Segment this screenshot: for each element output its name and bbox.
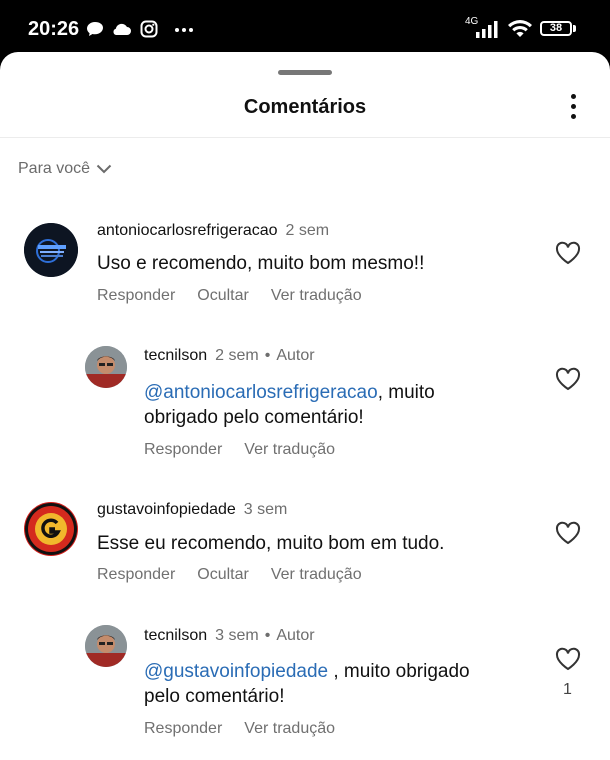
reply-button[interactable]: Responder xyxy=(97,566,175,583)
wifi-icon xyxy=(508,20,532,37)
more-dots-icon xyxy=(175,28,193,32)
header-divider xyxy=(0,137,610,138)
comment-text: Uso e recomendo, muito bom mesmo!! xyxy=(97,253,425,274)
translate-button[interactable]: Ver tradução xyxy=(244,441,335,458)
heart-icon[interactable] xyxy=(555,241,581,265)
avatar[interactable] xyxy=(85,625,127,667)
chevron-down-icon xyxy=(96,164,112,174)
avatar-logo xyxy=(25,503,77,555)
comment-actions: Responder Ocultar Ver tradução xyxy=(97,287,384,305)
author-badge: Autor xyxy=(276,627,315,644)
hide-button[interactable]: Ocultar xyxy=(197,287,249,304)
comment-actions: Responder Ocultar Ver tradução xyxy=(97,566,384,584)
heart-icon[interactable] xyxy=(555,647,581,671)
mention-link[interactable]: @antoniocarlosrefrigeracao xyxy=(144,382,378,403)
comment-header: tecnilson 3 sem • Autor xyxy=(144,627,315,644)
mention-link[interactable]: @gustavoinfopiedade xyxy=(144,661,328,682)
comment-text: @gustavoinfopiedade , muito obrigado pelo… xyxy=(144,661,470,707)
username[interactable]: antoniocarlosrefrigeracao xyxy=(97,222,278,239)
reply-button[interactable]: Responder xyxy=(97,287,175,304)
avatar-photo xyxy=(85,346,127,388)
avatar-logo xyxy=(24,223,78,277)
author-badge: Autor xyxy=(276,347,315,364)
comment-time: 3 sem xyxy=(243,501,288,518)
username[interactable]: tecnilson xyxy=(144,347,207,364)
filter-dropdown[interactable]: Para você xyxy=(18,160,112,178)
comments-sheet: Comentários Para você antoniocarlosrefri… xyxy=(0,52,610,760)
username[interactable]: gustavoinfopiedade xyxy=(97,501,236,518)
instagram-icon xyxy=(140,20,158,38)
avatar-photo xyxy=(85,625,127,667)
signal-icon xyxy=(476,21,498,38)
battery-level: 38 xyxy=(549,22,563,34)
chat-bubble-icon xyxy=(87,22,103,36)
drag-handle[interactable] xyxy=(278,70,332,75)
comment-time: 2 sem xyxy=(285,222,330,239)
hide-button[interactable]: Ocultar xyxy=(197,566,249,583)
status-time: 20:26 xyxy=(28,18,80,40)
comment-text: @antoniocarlosrefrigeracao, muito obrigad… xyxy=(144,382,435,428)
username[interactable]: tecnilson xyxy=(144,627,207,644)
translate-button[interactable]: Ver tradução xyxy=(271,566,362,583)
sheet-title: Comentários xyxy=(243,96,367,118)
heart-icon[interactable] xyxy=(555,367,581,391)
comment-time: 2 sem xyxy=(215,347,259,364)
comment-text: Esse eu recomendo, muito bom em tudo. xyxy=(97,533,445,554)
more-options-icon[interactable] xyxy=(560,92,588,122)
comment-actions: Responder Ver tradução xyxy=(144,720,357,738)
filter-label: Para você xyxy=(18,160,91,177)
comment-time: 3 sem xyxy=(215,627,259,644)
translate-button[interactable]: Ver tradução xyxy=(244,720,335,737)
avatar[interactable] xyxy=(85,346,127,388)
reply-button[interactable]: Responder xyxy=(144,720,222,737)
avatar[interactable] xyxy=(24,223,78,277)
comment-actions: Responder Ver tradução xyxy=(144,441,357,459)
cloud-icon xyxy=(113,23,131,35)
comment-header: gustavoinfopiedade 3 sem xyxy=(97,501,287,519)
battery-icon: 38 xyxy=(540,21,572,36)
translate-button[interactable]: Ver tradução xyxy=(271,287,362,304)
avatar[interactable] xyxy=(24,502,78,556)
reply-button[interactable]: Responder xyxy=(144,441,222,458)
heart-icon[interactable] xyxy=(555,521,581,545)
comment-header: tecnilson 2 sem • Autor xyxy=(144,347,315,364)
status-bar: 20:26 4G 38 xyxy=(0,0,610,60)
comment-header: antoniocarlosrefrigeracao 2 sem xyxy=(97,222,329,240)
like-count: 1 xyxy=(563,681,572,698)
